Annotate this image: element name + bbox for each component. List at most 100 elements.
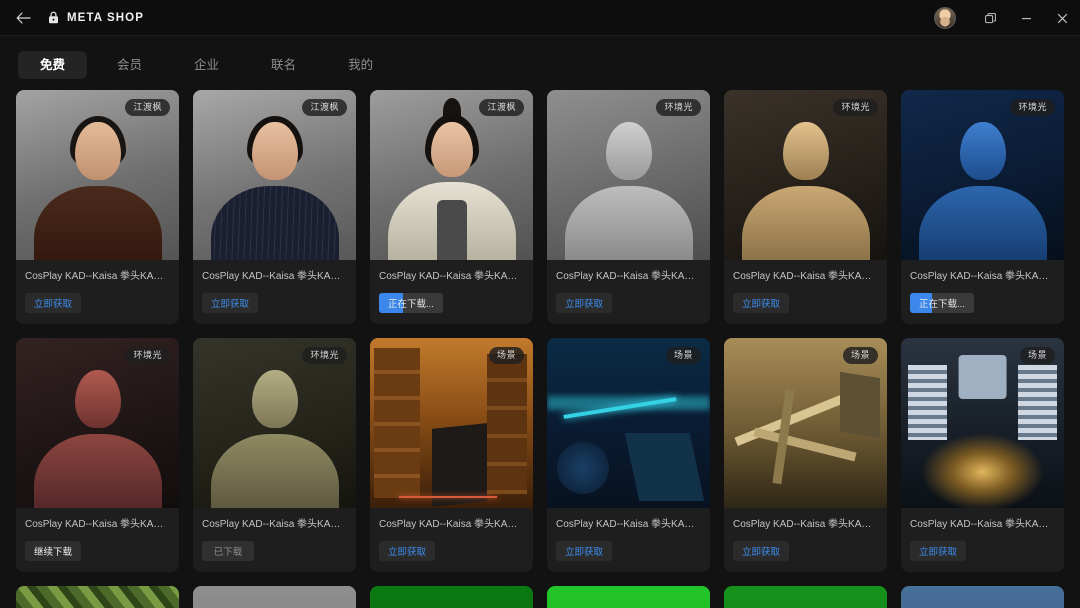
asset-thumbnail[interactable] — [901, 586, 1064, 608]
asset-title: CosPlay KAD--Kaisa 拳头KAD女团元... — [910, 271, 1055, 282]
category-badge: 环境光 — [302, 347, 347, 364]
category-badge: 环境光 — [125, 347, 170, 364]
asset-meta: CosPlay KAD--Kaisa 拳头KAD女团元... 立即获取 — [724, 260, 887, 324]
tab-2[interactable]: 企业 — [172, 51, 241, 80]
asset-thumbnail[interactable] — [193, 586, 356, 608]
avatar[interactable] — [934, 7, 956, 29]
asset-meta: CosPlay KAD--Kaisa 拳头KAD女团元... 立即获取 — [547, 508, 710, 572]
asset-thumbnail[interactable]: 场景 — [724, 338, 887, 508]
get-now-button[interactable]: 立即获取 — [733, 293, 790, 313]
button-label: 立即获取 — [565, 547, 604, 558]
asset-thumbnail[interactable]: 江渡枫 — [16, 90, 179, 260]
button-label: 立即获取 — [742, 547, 781, 558]
asset-title: CosPlay KAD--Kaisa 拳头KAD女团元... — [733, 519, 878, 530]
title-bar: META SHOP — [0, 0, 1080, 36]
get-now-button[interactable]: 立即获取 — [379, 541, 436, 561]
asset-thumbnail[interactable] — [16, 586, 179, 608]
get-now-button[interactable]: 立即获取 — [25, 293, 82, 313]
tab-3[interactable]: 联名 — [249, 51, 318, 80]
thumbnail-art — [901, 586, 1064, 608]
get-now-button[interactable]: 立即获取 — [733, 541, 790, 561]
get-now-button[interactable]: 立即获取 — [202, 293, 259, 313]
minimize-window-button[interactable] — [1008, 0, 1044, 36]
asset-thumbnail[interactable]: 江渡枫 — [193, 90, 356, 260]
resume-download-button[interactable]: 继续下载 — [25, 541, 82, 561]
asset-card[interactable] — [370, 586, 533, 608]
asset-card[interactable] — [547, 586, 710, 608]
asset-card[interactable] — [901, 586, 1064, 608]
button-label: 已下载 — [213, 547, 243, 558]
category-badge: 场景 — [1019, 347, 1055, 364]
asset-card[interactable]: 江渡枫 CosPlay KAD--Kaisa 拳头KAD女团元... 立即获取 — [16, 90, 179, 324]
button-label: 正在下载... — [919, 299, 965, 310]
asset-thumbnail[interactable]: 环境光 — [193, 338, 356, 508]
asset-card[interactable]: 环境光 CosPlay KAD--Kaisa 拳头KAD女团元... 正在下载... — [901, 90, 1064, 324]
downloading-button[interactable]: 正在下载... — [910, 293, 974, 313]
asset-card[interactable] — [724, 586, 887, 608]
downloaded-button: 已下载 — [202, 541, 254, 561]
asset-thumbnail[interactable]: 江渡枫 — [370, 90, 533, 260]
content-scroll-area[interactable]: 江渡枫 CosPlay KAD--Kaisa 拳头KAD女团元... 立即获取 江渡… — [0, 90, 1080, 608]
asset-card[interactable]: 环境光 CosPlay KAD--Kaisa 拳头KAD女团元... 继续下载 — [16, 338, 179, 572]
thumbnail-art — [370, 586, 533, 608]
back-arrow-icon[interactable] — [10, 5, 36, 31]
category-badge: 场景 — [842, 347, 878, 364]
asset-card[interactable] — [16, 586, 179, 608]
asset-meta: CosPlay KAD--Kaisa 拳头KAD女团元... 立即获取 — [370, 508, 533, 572]
asset-thumbnail[interactable] — [370, 586, 533, 608]
thumbnail-art — [547, 586, 710, 608]
asset-meta: CosPlay KAD--Kaisa 拳头KAD女团元... 立即获取 — [193, 260, 356, 324]
category-badge: 环境光 — [833, 99, 878, 116]
asset-card[interactable]: 江渡枫 CosPlay KAD--Kaisa 拳头KAD女团元... 正在下载... — [370, 90, 533, 324]
asset-thumbnail[interactable]: 场景 — [547, 338, 710, 508]
asset-card[interactable]: 场景 CosPlay KAD--Kaisa 拳头KAD女团元... 立即获取 — [901, 338, 1064, 572]
get-now-button[interactable]: 立即获取 — [556, 293, 613, 313]
asset-title: CosPlay KAD--Kaisa 拳头KAD女团元... — [202, 271, 347, 282]
asset-card[interactable]: 环境光 CosPlay KAD--Kaisa 拳头KAD女团元... 已下载 — [193, 338, 356, 572]
category-badge: 环境光 — [1010, 99, 1055, 116]
asset-thumbnail[interactable]: 环境光 — [16, 338, 179, 508]
asset-title: CosPlay KAD--Kaisa 拳头KAD女团元... — [733, 271, 878, 282]
asset-card[interactable]: 江渡枫 CosPlay KAD--Kaisa 拳头KAD女团元... 立即获取 — [193, 90, 356, 324]
asset-thumbnail[interactable]: 环境光 — [901, 90, 1064, 260]
close-window-button[interactable] — [1044, 0, 1080, 36]
category-badge: 江渡枫 — [302, 99, 347, 116]
asset-meta: CosPlay KAD--Kaisa 拳头KAD女团元... 正在下载... — [901, 260, 1064, 324]
tab-1[interactable]: 会员 — [95, 51, 164, 80]
asset-card[interactable]: 环境光 CosPlay KAD--Kaisa 拳头KAD女团元... 立即获取 — [547, 90, 710, 324]
asset-thumbnail[interactable] — [724, 586, 887, 608]
asset-card[interactable]: 场景 CosPlay KAD--Kaisa 拳头KAD女团元... 立即获取 — [547, 338, 710, 572]
asset-thumbnail[interactable] — [547, 586, 710, 608]
tab-0[interactable]: 免费 — [18, 50, 88, 80]
get-now-button[interactable]: 立即获取 — [910, 541, 967, 561]
asset-card[interactable] — [193, 586, 356, 608]
window-controls — [934, 0, 1080, 36]
asset-title: CosPlay KAD--Kaisa 拳头KAD女团元... — [379, 271, 524, 282]
tab-label: 免费 — [40, 57, 66, 72]
button-label: 立即获取 — [34, 299, 73, 310]
category-badge: 场景 — [488, 347, 524, 364]
asset-card[interactable]: 环境光 CosPlay KAD--Kaisa 拳头KAD女团元... 立即获取 — [724, 90, 887, 324]
asset-thumbnail[interactable]: 场景 — [370, 338, 533, 508]
thumbnail-art — [16, 586, 179, 608]
tab-label: 企业 — [194, 57, 220, 72]
asset-title: CosPlay KAD--Kaisa 拳头KAD女团元... — [556, 271, 701, 282]
asset-title: CosPlay KAD--Kaisa 拳头KAD女团元... — [25, 519, 170, 530]
asset-card[interactable]: 场景 CosPlay KAD--Kaisa 拳头KAD女团元... 立即获取 — [370, 338, 533, 572]
get-now-button[interactable]: 立即获取 — [556, 541, 613, 561]
asset-thumbnail[interactable]: 场景 — [901, 338, 1064, 508]
downloading-button[interactable]: 正在下载... — [379, 293, 443, 313]
tab-label: 联名 — [271, 57, 297, 72]
category-badge: 环境光 — [656, 99, 701, 116]
category-badge: 江渡枫 — [125, 99, 170, 116]
asset-thumbnail[interactable]: 环境光 — [547, 90, 710, 260]
lock-icon — [42, 5, 64, 31]
restore-window-button[interactable] — [972, 0, 1008, 36]
asset-card[interactable]: 场景 CosPlay KAD--Kaisa 拳头KAD女团元... 立即获取 — [724, 338, 887, 572]
asset-thumbnail[interactable]: 环境光 — [724, 90, 887, 260]
asset-title: CosPlay KAD--Kaisa 拳头KAD女团元... — [202, 519, 347, 530]
asset-meta: CosPlay KAD--Kaisa 拳头KAD女团元... 正在下载... — [370, 260, 533, 324]
asset-meta: CosPlay KAD--Kaisa 拳头KAD女团元... 立即获取 — [16, 260, 179, 324]
tab-4[interactable]: 我的 — [326, 51, 395, 80]
asset-title: CosPlay KAD--Kaisa 拳头KAD女团元... — [556, 519, 701, 530]
